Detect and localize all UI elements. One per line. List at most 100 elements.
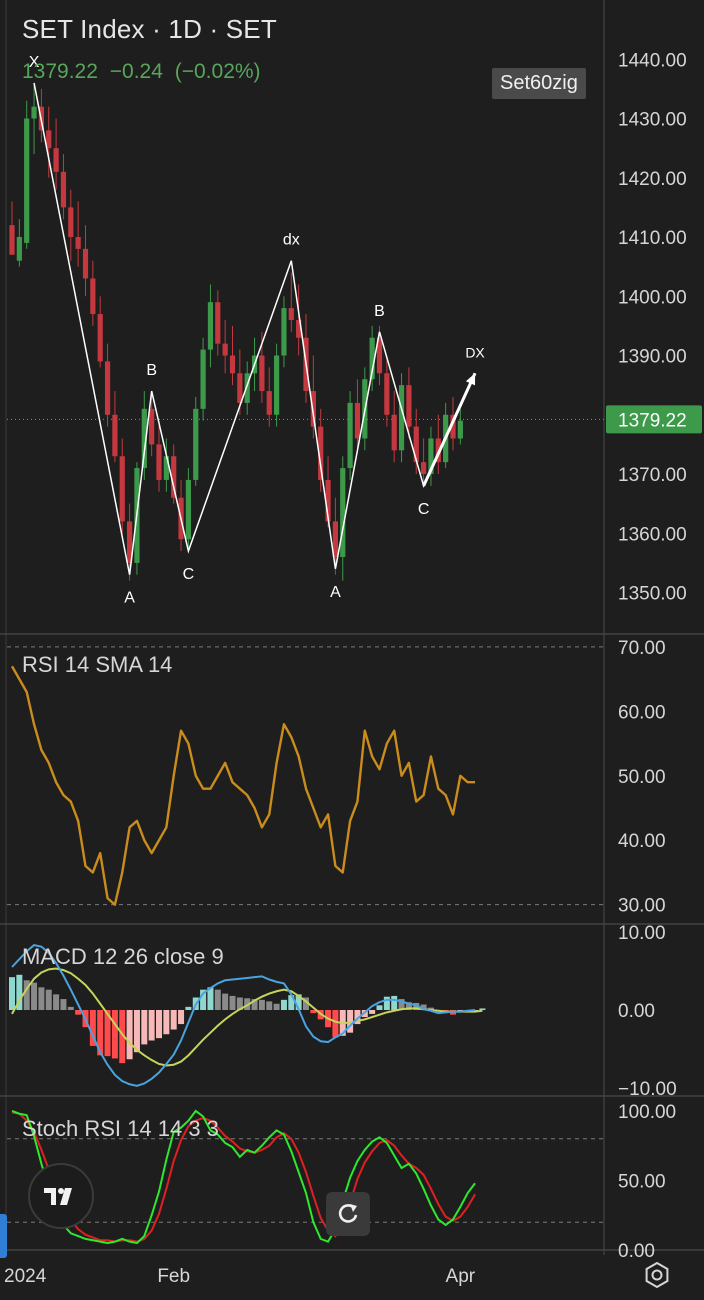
macd-histogram-bar	[9, 977, 15, 1010]
macd-histogram-bar	[273, 1003, 280, 1010]
drawing-toolbar-tab[interactable]	[0, 1214, 7, 1258]
candle-body	[457, 420, 463, 439]
candle-body	[259, 355, 265, 392]
replay-arrow-glyph	[338, 1204, 358, 1223]
time-tick-label: 2024	[4, 1266, 47, 1287]
price-tick-label: 1400.00	[618, 287, 687, 308]
candle-body	[281, 308, 287, 356]
candle-body	[149, 408, 155, 445]
candle-body	[112, 414, 118, 457]
macd-histogram-bar	[126, 1010, 133, 1060]
macd-histogram-bar	[141, 1010, 148, 1045]
price-tick-label: 1430.00	[618, 110, 687, 131]
macd-histogram-bar	[170, 1010, 177, 1030]
macd-tick-label: −10.00	[618, 1079, 677, 1100]
price-quote: 1379.22 −0.24 (−0.02%)	[22, 60, 267, 84]
candle-body	[193, 408, 199, 480]
candle-body	[207, 302, 214, 350]
candle-body	[354, 402, 361, 439]
tradingview-logo-glyph	[44, 1188, 72, 1205]
rsi-pane-label[interactable]: RSI 14 SMA 14	[22, 652, 172, 678]
candle-body	[31, 106, 37, 119]
price-tick-label: 1350.00	[618, 584, 687, 605]
tradingview-logo-icon[interactable]	[28, 1163, 94, 1229]
time-tick-label: Apr	[446, 1266, 476, 1287]
stoch-tick-label: 50.00	[618, 1171, 666, 1192]
price-change: −0.24	[109, 60, 163, 83]
macd-histogram-bar	[148, 1010, 155, 1041]
zigzag-label-C: C	[418, 501, 430, 518]
price-change-pct: (−0.02%)	[174, 60, 261, 83]
price-tick-label: 1360.00	[618, 524, 687, 545]
candle-body	[274, 355, 280, 415]
zigzag-label-dx: dx	[283, 232, 300, 249]
candle-body	[90, 278, 96, 315]
price-tick-label: 1410.00	[618, 228, 687, 249]
candle-body	[413, 426, 419, 463]
symbol-title[interactable]: SET Index · 1D · SET	[22, 14, 277, 45]
time-tick-label: Feb	[157, 1266, 190, 1287]
macd-pane-label[interactable]: MACD 12 26 close 9	[22, 944, 224, 970]
candle-body	[229, 355, 236, 374]
zigzag-label-A: A	[330, 584, 341, 601]
candle-body	[24, 118, 30, 243]
price-tick-label: 1420.00	[618, 169, 687, 190]
candle-body	[237, 373, 243, 403]
replay-icon[interactable]	[326, 1192, 370, 1236]
rsi-tick-label: 40.00	[618, 831, 666, 852]
candle-body	[68, 207, 74, 238]
macd-histogram-bar	[369, 1010, 376, 1014]
rsi-tick-label: 60.00	[618, 702, 666, 723]
candle-body	[185, 479, 191, 540]
macd-histogram-bar	[45, 989, 52, 1010]
macd-histogram-bar	[258, 999, 265, 1010]
stoch-tick-label: 100.00	[618, 1102, 676, 1123]
candle-body	[156, 444, 162, 480]
candle-body	[347, 402, 353, 469]
candle-body	[75, 237, 81, 249]
candle-body	[53, 148, 59, 172]
zigzag-label-C: C	[183, 566, 195, 583]
chart-canvas[interactable]: 1440.00 1430.00 1420.00 1410.00 1400.00 1390.…	[0, 0, 704, 1300]
macd-histogram-bar	[391, 995, 398, 1010]
candle-body	[82, 248, 89, 279]
candle-body	[340, 468, 346, 557]
macd-histogram-bar	[222, 993, 229, 1010]
price-tick-label: 1440.00	[618, 50, 687, 71]
candle-body	[60, 171, 67, 208]
candle-body	[9, 225, 15, 255]
stoch-pane-label[interactable]: Stoch RSI 14 14 3 3	[22, 1116, 219, 1142]
candle-body	[421, 462, 427, 475]
candle-body	[391, 414, 397, 451]
zigzag-label-DX: DX	[465, 344, 485, 360]
macd-histogram-bar	[31, 982, 38, 1010]
rsi-tick-label: 50.00	[618, 767, 666, 788]
candle-body	[222, 343, 228, 356]
macd-histogram-bar	[67, 1006, 74, 1010]
macd-histogram-bar	[383, 996, 390, 1010]
candle-body	[266, 391, 272, 415]
settings-gear-glyph	[645, 1261, 669, 1289]
macd-histogram-bar	[185, 1006, 192, 1010]
zigzag-label-A: A	[124, 590, 135, 607]
candle-body	[406, 385, 412, 427]
candle-body	[200, 349, 206, 409]
last-price-label: 1379.22	[618, 410, 687, 431]
zigzag-indicator-badge[interactable]: Set60zig	[492, 68, 586, 99]
rsi-tick-label: 70.00	[618, 638, 666, 659]
macd-tick-label: 0.00	[618, 1001, 655, 1022]
candle-body	[288, 308, 294, 320]
macd-tick-label: 10.00	[618, 923, 666, 944]
macd-histogram-bar	[229, 995, 236, 1010]
last-price: 1379.22	[22, 60, 98, 83]
macd-histogram-bar	[280, 999, 287, 1010]
macd-histogram-bar	[376, 1005, 383, 1010]
price-tick-label: 1390.00	[618, 347, 687, 368]
macd-histogram-bar	[479, 1008, 486, 1010]
macd-histogram-bar	[60, 999, 67, 1010]
settings-gear-icon[interactable]	[640, 1258, 674, 1292]
macd-histogram-bar	[133, 1010, 140, 1053]
candle-body	[384, 373, 390, 415]
macd-histogram-bar	[156, 1010, 162, 1039]
candle-body	[104, 361, 111, 415]
